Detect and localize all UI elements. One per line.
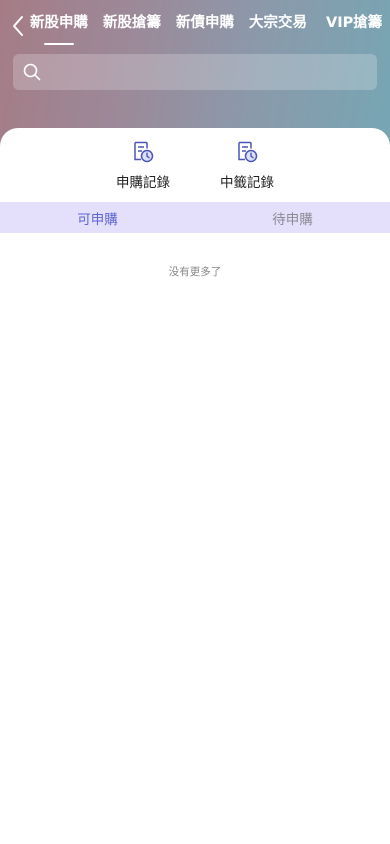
screen: 新股申購 新股搶籌 新債申購 大宗交易 VIP搶籌 申購記錄 中籤記錄 可申購 … — [0, 0, 390, 844]
tab-label: VIP搶籌 — [326, 15, 383, 31]
tab-label: 新股申購 — [30, 15, 88, 31]
tab-block-trade[interactable]: 大宗交易 — [249, 12, 307, 34]
segment-pending[interactable]: 待申購 — [195, 202, 390, 233]
back-button[interactable] — [6, 13, 30, 39]
tab-new-stock-grab[interactable]: 新股搶籌 — [103, 12, 161, 34]
tab-label: 新債申購 — [176, 15, 234, 31]
segment-available[interactable]: 可申購 — [0, 202, 195, 233]
record-clock-icon — [238, 141, 258, 163]
search-icon — [23, 63, 41, 81]
active-tab-indicator — [44, 43, 74, 45]
search-input[interactable] — [53, 54, 367, 92]
segment-label: 待申購 — [272, 211, 313, 228]
subscription-records-label: 申購記錄 — [116, 175, 170, 191]
search-bar[interactable] — [13, 54, 377, 92]
tab-new-bond-subscription[interactable]: 新債申購 — [176, 12, 234, 34]
segment-label: 可申購 — [77, 211, 118, 228]
tab-vip-grab[interactable]: VIP搶籌 — [326, 12, 382, 34]
subscription-records-button[interactable]: 申購記錄 — [103, 140, 183, 191]
chevron-left-icon — [13, 16, 23, 36]
segment-tabs: 可申購 待申購 — [0, 202, 390, 233]
tab-label: 新股搶籌 — [103, 15, 161, 31]
tab-label: 大宗交易 — [249, 15, 307, 31]
tab-new-stock-subscription[interactable]: 新股申購 — [30, 12, 88, 45]
top-tabs: 新股申購 新股搶籌 新債申購 大宗交易 VIP搶籌 — [30, 12, 390, 48]
allotment-records-button[interactable]: 中籤記錄 — [207, 140, 287, 191]
record-clock-icon — [134, 141, 154, 163]
allotment-records-label: 中籤記錄 — [220, 175, 274, 191]
list-end-text: 没有更多了 — [168, 266, 222, 278]
content-card: 申購記錄 中籤記錄 可申購 待申購 没有更多了 — [0, 128, 390, 844]
